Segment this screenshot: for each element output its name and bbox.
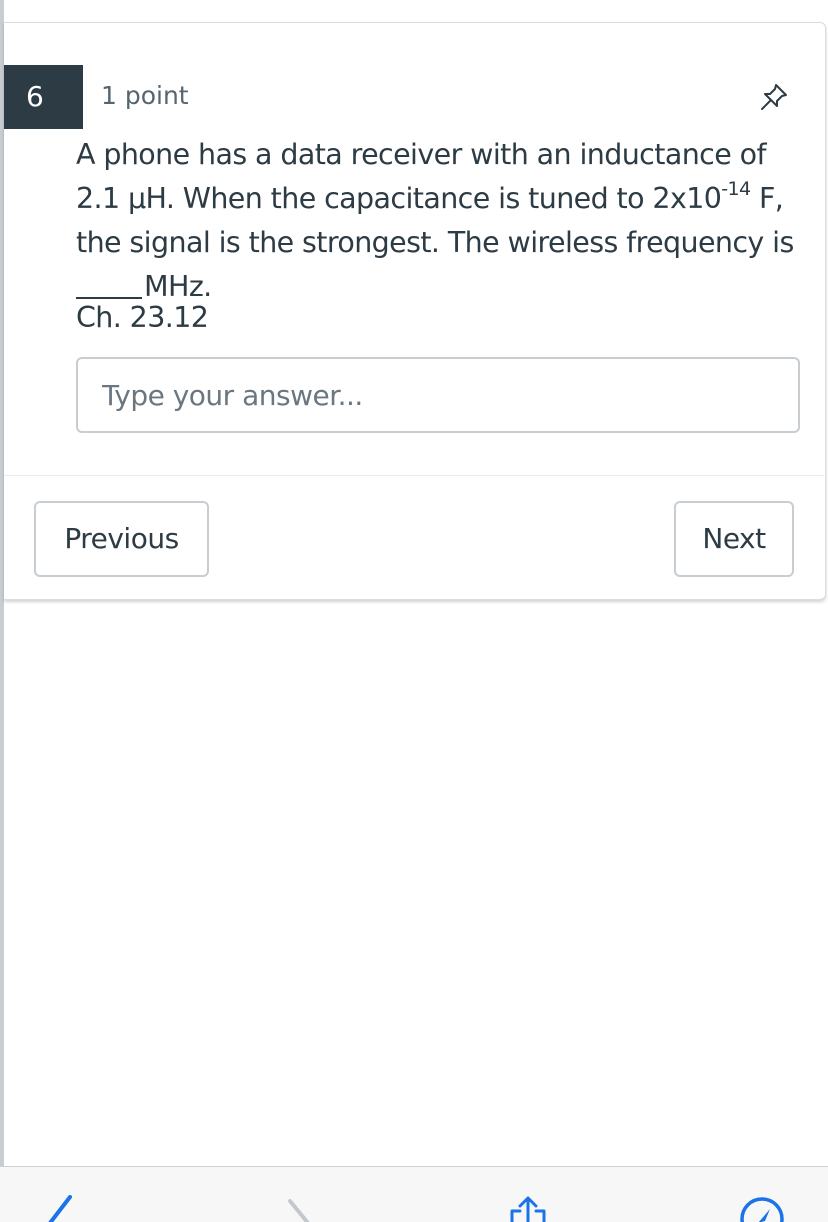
question-number-badge: 6 (4, 65, 83, 129)
share-icon[interactable] (504, 1195, 552, 1222)
unit-label: MHz. (144, 270, 212, 303)
answer-blank (76, 297, 142, 299)
forward-icon[interactable] (282, 1195, 330, 1222)
pin-icon[interactable] (756, 79, 792, 115)
question-text-line-1: A phone has a data receiver with an indu… (76, 138, 767, 171)
question-text: A phone has a data receiver with an indu… (76, 133, 816, 309)
compass-icon[interactable] (738, 1195, 786, 1222)
question-text-line-2-unit: F, (750, 182, 784, 215)
question-text-line-2: 2.1 μH. When the capacitance is tuned to… (76, 177, 816, 221)
question-card: 6 1 point A phone has a data receiver wi… (4, 22, 826, 600)
back-icon[interactable] (40, 1195, 88, 1222)
question-points: 1 point (101, 81, 189, 110)
chapter-reference: Ch. 23.12 (76, 301, 209, 334)
exponent: -14 (721, 178, 751, 200)
previous-button[interactable]: Previous (34, 501, 209, 577)
question-text-line-3: the signal is the strongest. The wireles… (76, 226, 794, 259)
answer-input[interactable] (76, 357, 800, 433)
question-text-line-2-main: 2.1 μH. When the capacitance is tuned to… (76, 182, 722, 215)
next-button[interactable]: Next (674, 501, 794, 577)
quiz-page: 6 1 point A phone has a data receiver wi… (0, 0, 828, 1222)
browser-toolbar (0, 1166, 828, 1222)
divider (4, 475, 824, 476)
